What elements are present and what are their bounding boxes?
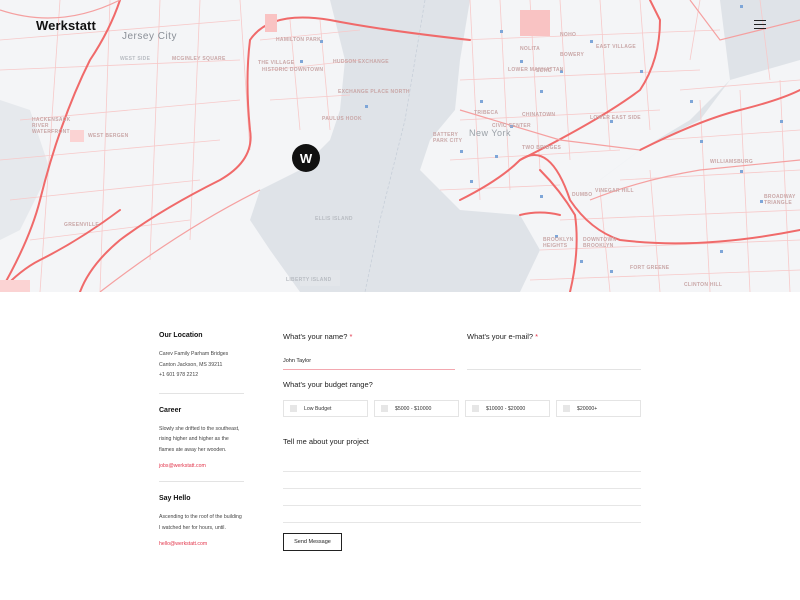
map-label-paulus-hook: PAULUS HOOK	[322, 116, 362, 122]
map-label-williamsburg: WILLIAMSBURG	[710, 159, 754, 165]
message-textarea[interactable]	[283, 455, 641, 523]
map-label-soho: SOHO	[536, 68, 552, 74]
brooklyn-land	[520, 60, 800, 292]
email-label: What's your e-mail? *	[467, 332, 539, 341]
map-label-noho: NOHO	[560, 32, 577, 38]
map-label-hackensack: HACKENSACK RIVER WATERFRONT	[32, 117, 71, 135]
required-mark: *	[535, 332, 539, 341]
map-label-east-village: EAST VILLAGE	[596, 44, 636, 50]
budget-group: What's your budget range? Low Budget $50…	[283, 380, 641, 417]
message-group: Tell me about your project	[283, 437, 641, 523]
map-label-tribeca: TRIBECA	[474, 110, 499, 116]
map-label-west-bergen: WEST BERGEN	[88, 133, 129, 139]
map-label-battery-park: BATTERY PARK CITY	[433, 132, 463, 144]
contact-section: Our Location Carev Family Parham Bridges…	[0, 292, 800, 600]
location-pin[interactable]: W	[292, 144, 320, 172]
map-label-downtown-brooklyn: DOWNTOWN BROOKLYN	[583, 237, 617, 249]
map-label-greenville: GREENVILLE	[64, 222, 99, 228]
budget-option-20k-plus[interactable]: $20000+	[556, 400, 641, 417]
budget-option-10k-20k[interactable]: $10000 - $20000	[465, 400, 550, 417]
hello-text: Ascending to the roof of the building I …	[159, 514, 242, 531]
map-label-vinegar-hill: VINEGAR HILL	[595, 188, 634, 194]
checkbox-icon[interactable]	[381, 405, 388, 412]
name-input[interactable]: John Taylor	[283, 351, 455, 370]
checkbox-icon[interactable]	[563, 405, 570, 412]
map-label-ellis-island: ELLIS ISLAND	[315, 216, 353, 222]
map-label-two-bridges: TWO BRIDGES	[522, 145, 562, 151]
address-line-1: Carev Family Parham Bridges	[159, 351, 229, 357]
landmark-block	[265, 14, 277, 32]
budget-option-5k-10k[interactable]: $5000 - $10000	[374, 400, 459, 417]
map-label-hudson-exchange: HUDSON EXCHANGE	[333, 59, 389, 65]
map-label-broadway-triangle: BROADWAY TRIANGLE	[764, 194, 796, 206]
checkbox-icon[interactable]	[290, 405, 297, 412]
map-label-hamilton-park: HAMILTON PARK	[276, 37, 322, 43]
career-block: Career Slowly she drifted to the southea…	[159, 406, 244, 482]
map-label-nolita: NOLITA	[520, 46, 541, 52]
map-label-fort-greene: FORT GREENE	[630, 265, 670, 271]
map-label-chinatown: CHINATOWN	[522, 112, 556, 118]
career-text: Slowly she drifted to the southeast, ris…	[159, 425, 240, 453]
map-label-new-york: New York	[469, 128, 512, 138]
name-field-group: What's your name? * John Taylor	[283, 332, 455, 370]
hello-email-link[interactable]: hello@werkstatt.com	[159, 541, 244, 547]
budget-option-low[interactable]: Low Budget	[283, 400, 368, 417]
map-label-jersey-city: Jersey City	[122, 31, 177, 42]
hello-block: Say Hello Ascending to the roof of the b…	[159, 495, 244, 559]
map-label-clinton-hill: CLINTON HILL	[684, 282, 723, 288]
name-label: What's your name? *	[283, 332, 353, 341]
map-label-brooklyn-heights: BROOKLYN HEIGHTS	[543, 237, 574, 249]
contact-sidebar: Our Location Carev Family Parham Bridges…	[159, 332, 244, 572]
address-line-2: Canton Jackson, MS 39211	[159, 361, 223, 368]
map-canvas	[0, 0, 800, 292]
map-label-exchange-place: EXCHANGE PLACE NORTH	[338, 89, 410, 95]
checkbox-icon[interactable]	[472, 405, 479, 412]
required-mark: *	[349, 332, 353, 341]
map-label-mcginley-square: MCGINLEY SQUARE	[172, 56, 226, 62]
hamburger-menu-icon[interactable]	[754, 20, 766, 29]
map-label-liberty-island: LIBERTY ISLAND	[286, 277, 332, 283]
hello-title: Say Hello	[159, 495, 191, 502]
budget-options: Low Budget $5000 - $10000 $10000 - $2000…	[283, 400, 641, 417]
email-field-group: What's your e-mail? *	[467, 332, 641, 370]
map-label-historic-downtown: HISTORIC DOWNTOWN	[262, 67, 324, 73]
map-label-the-village: THE VILLAGE	[258, 60, 295, 66]
landmark-block	[520, 10, 550, 36]
map-label-west-side: WEST SIDE	[120, 56, 151, 62]
map-label-civic-center: CIVIC CENTER	[492, 123, 531, 129]
career-title: Career	[159, 406, 182, 414]
budget-label: What's your budget range?	[283, 380, 373, 389]
map-label-lower-east-side: LOWER EAST SIDE	[590, 115, 641, 121]
map-label-bowery: BOWERY	[560, 52, 585, 58]
send-message-button[interactable]: Send Message	[283, 533, 342, 551]
landmark-block	[0, 280, 30, 292]
phone-number: +1 601 978 2212	[159, 372, 199, 378]
location-block: Our Location Carev Family Parham Bridges…	[159, 332, 244, 394]
location-title: Our Location	[159, 332, 203, 339]
message-label: Tell me about your project	[283, 437, 369, 446]
map-label-dumbo: DUMBO	[572, 192, 593, 198]
brand-logo[interactable]: Werkstatt	[36, 18, 96, 33]
map[interactable]: Jersey City New York WEST SIDE MCGINLEY …	[0, 0, 800, 292]
career-email-link[interactable]: jobs@werkstatt.com	[159, 463, 244, 469]
email-input[interactable]	[467, 351, 641, 370]
